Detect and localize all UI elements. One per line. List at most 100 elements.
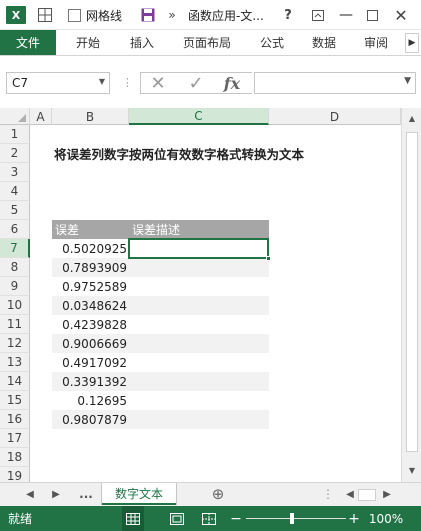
row-header[interactable]: 4 — [0, 182, 30, 201]
zoom-slider-thumb[interactable] — [290, 513, 294, 524]
row-header[interactable]: 2 — [0, 144, 30, 163]
column-header-c[interactable]: C — [129, 108, 269, 125]
vertical-scroll-thumb[interactable] — [406, 132, 418, 452]
table-row: 8 0.7893909 — [0, 258, 400, 277]
table-icon[interactable] — [36, 5, 54, 25]
table-row: 17 — [0, 429, 400, 448]
description-cell[interactable] — [129, 334, 269, 353]
page-layout-view-icon[interactable] — [166, 506, 188, 531]
scroll-left-icon[interactable]: ◀ — [344, 483, 356, 505]
row-header[interactable]: 10 — [0, 296, 30, 315]
maximize-icon[interactable] — [364, 5, 380, 25]
row-header[interactable]: 11 — [0, 315, 30, 334]
row-header[interactable]: 5 — [0, 201, 30, 220]
zoom-level[interactable]: 100% — [366, 506, 406, 531]
fill-handle[interactable] — [266, 256, 271, 261]
excel-logo-icon[interactable]: X — [6, 6, 26, 24]
enter-icon[interactable]: ✓ — [184, 72, 208, 94]
vertical-scrollbar[interactable]: ▲ ▼ — [401, 108, 421, 482]
header-cell-error[interactable]: 误差 — [52, 220, 129, 239]
tab-page-layout[interactable]: 页面布局 — [174, 30, 240, 55]
column-header-a[interactable]: A — [30, 108, 52, 125]
worksheet-grid[interactable]: A B C D 1 2 将误差列数字按两位有效数字格式转换为文本 3 4 5 6 误差 误差描述… — [0, 108, 421, 482]
description-cell[interactable] — [129, 391, 269, 410]
help-icon[interactable]: ? — [280, 5, 296, 25]
row-header[interactable]: 9 — [0, 277, 30, 296]
error-value-cell[interactable]: 0.4917092 — [52, 353, 129, 372]
row-header[interactable]: 19 — [0, 467, 30, 482]
formula-bar-separator[interactable]: ⋮ — [122, 76, 133, 89]
more-sheets-button[interactable]: ... — [76, 483, 96, 505]
more-commands-icon[interactable]: » — [166, 5, 178, 25]
insert-function-icon[interactable]: fx — [218, 72, 246, 94]
sheet-tab-active[interactable]: 数字文本 — [102, 483, 176, 505]
close-icon[interactable]: ✕ — [392, 5, 410, 25]
description-cell[interactable] — [129, 410, 269, 429]
chevron-down-icon[interactable]: ▼ — [99, 77, 105, 86]
tab-data[interactable]: 数据 — [304, 30, 344, 55]
tab-insert[interactable]: 插入 — [122, 30, 162, 55]
row-header[interactable]: 6 — [0, 220, 30, 239]
scroll-right-icon[interactable]: ▶ — [380, 483, 394, 505]
ribbon-scroll-right-icon[interactable]: ▶ — [405, 33, 419, 53]
column-header-b[interactable]: B — [52, 108, 129, 125]
save-icon[interactable] — [140, 5, 156, 25]
row-header[interactable]: 16 — [0, 410, 30, 429]
ribbon-display-icon[interactable] — [310, 5, 326, 25]
description-cell[interactable] — [129, 296, 269, 315]
header-cell-description[interactable]: 误差描述 — [129, 220, 269, 239]
column-header-d[interactable]: D — [269, 108, 401, 125]
select-all-corner[interactable] — [0, 108, 30, 125]
formula-input[interactable]: ▼ — [254, 72, 416, 94]
error-value-cell[interactable]: 0.9807879 — [52, 410, 129, 429]
description-cell[interactable] — [129, 277, 269, 296]
error-value-cell[interactable]: 0.0348624 — [52, 296, 129, 315]
sheet-title-cell[interactable]: 将误差列数字按两位有效数字格式转换为文本 — [54, 144, 394, 163]
cancel-icon[interactable]: ✕ — [146, 72, 170, 94]
add-sheet-icon[interactable]: ⊕ — [208, 483, 228, 505]
description-cell[interactable] — [129, 372, 269, 391]
normal-view-icon[interactable] — [122, 506, 144, 531]
description-cell[interactable] — [129, 315, 269, 334]
previous-sheet-icon[interactable]: ◀ — [22, 483, 38, 505]
error-value-cell[interactable]: 0.3391392 — [52, 372, 129, 391]
page-break-view-icon[interactable] — [198, 506, 220, 531]
error-value-cell[interactable]: 0.9006669 — [52, 334, 129, 353]
error-value-cell[interactable]: 0.9752589 — [52, 277, 129, 296]
row-header[interactable]: 17 — [0, 429, 30, 448]
minimize-icon[interactable]: — — [338, 5, 354, 25]
row-header[interactable]: 15 — [0, 391, 30, 410]
horizontal-scroll-thumb[interactable] — [358, 489, 376, 501]
gridline-checkbox[interactable] — [68, 9, 81, 22]
tab-formulas[interactable]: 公式 — [252, 30, 292, 55]
zoom-in-button[interactable]: + — [348, 506, 360, 531]
scroll-up-icon[interactable]: ▲ — [405, 114, 419, 126]
name-box-value: C7 — [12, 76, 29, 90]
error-value-cell[interactable]: 0.12695 — [52, 391, 129, 410]
next-sheet-icon[interactable]: ▶ — [48, 483, 64, 505]
error-value-cell[interactable]: 0.7893909 — [52, 258, 129, 277]
active-cell-c7[interactable] — [128, 238, 269, 259]
description-cell[interactable] — [129, 353, 269, 372]
error-value-cell[interactable]: 0.4239828 — [52, 315, 129, 334]
tab-review[interactable]: 审阅 — [356, 30, 396, 55]
scroll-down-icon[interactable]: ▼ — [405, 466, 419, 478]
expand-formula-icon[interactable]: ▼ — [404, 76, 411, 86]
zoom-out-button[interactable]: − — [230, 506, 242, 531]
row-header[interactable]: 1 — [0, 125, 30, 144]
table-row: 18 — [0, 448, 400, 467]
row-header[interactable]: 14 — [0, 372, 30, 391]
row-header[interactable]: 13 — [0, 353, 30, 372]
row-header[interactable]: 18 — [0, 448, 30, 467]
tab-home[interactable]: 开始 — [66, 30, 110, 55]
description-cell[interactable] — [129, 258, 269, 277]
row-header[interactable]: 12 — [0, 334, 30, 353]
error-value-cell[interactable]: 0.5020925 — [52, 239, 129, 258]
tab-file[interactable]: 文件 — [0, 30, 56, 55]
row-header[interactable]: 7 — [0, 239, 30, 258]
row-header[interactable]: 3 — [0, 163, 30, 182]
tab-split-handle[interactable]: ⋮ — [322, 483, 334, 505]
name-box[interactable]: C7 ▼ — [6, 72, 110, 94]
row-header[interactable]: 8 — [0, 258, 30, 277]
zoom-slider[interactable] — [246, 518, 346, 519]
